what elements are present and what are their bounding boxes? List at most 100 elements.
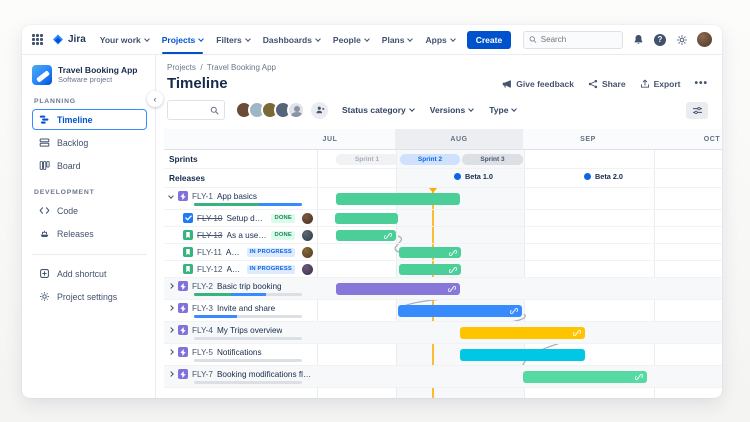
sidebar-collapse-button[interactable]: ‹ [147,91,163,107]
sliders-icon [692,106,703,115]
nav-item-filters[interactable]: Filters [216,25,250,54]
avatar [302,213,313,224]
gantt-bar[interactable] [460,327,585,339]
breadcrumb-projects[interactable]: Projects [167,63,196,72]
timeline-search-input[interactable] [167,100,225,120]
nav-item-dashboards[interactable]: Dashboards [263,25,320,54]
nav-item-apps[interactable]: Apps [425,25,454,54]
timeline-icon [38,114,50,126]
avatar [302,264,313,275]
table-row-epic[interactable]: FLY-4 My Trips overview [164,322,722,344]
sidebar-item-board[interactable]: Board [32,155,147,176]
status-badge: DONE [271,231,295,240]
jira-logo[interactable]: Jira [52,34,86,46]
chevron-right-icon[interactable] [168,349,174,355]
sidebar-item-backlog[interactable]: Backlog [32,132,147,153]
progress-bar [194,359,302,362]
epic-icon [178,191,188,201]
export-button[interactable]: Export [640,79,681,89]
chevron-down-icon [408,36,414,42]
issue-title: Booking modifications flow [217,370,313,379]
story-icon [183,247,193,257]
help-icon[interactable]: ? [654,34,666,46]
table-row-issue[interactable]: FLY-11 As a user... IN PROGRESS [164,244,722,261]
release-marker[interactable]: Beta 2.0 [584,172,623,181]
chevron-down-icon [198,36,204,42]
gantt-bar[interactable] [399,247,461,258]
release-marker[interactable]: Beta 1.0 [454,172,493,181]
sidebar-item-project-settings[interactable]: Project settings [32,286,147,307]
gantt-bar[interactable] [335,213,398,224]
breadcrumb: Projects / Travel Booking App [164,63,722,72]
table-row-issue[interactable]: FLY-10 Setup dev and ... DONE [164,210,722,227]
chevron-right-icon[interactable] [168,283,174,289]
gantt-bar[interactable] [460,349,585,361]
table-row-issue[interactable]: FLY-12 As a use... IN PROGRESS [164,261,722,278]
global-search-input[interactable] [541,35,617,44]
gantt-bar[interactable] [523,371,647,383]
project-header[interactable]: Travel Booking App Software project [32,65,147,85]
month-label: OCT [704,129,721,149]
table-row-issue[interactable]: FLY-13 As a user I can ... DONE [164,227,722,244]
table-row-epic[interactable]: FLY-1 App basics [164,188,722,210]
sidebar-item-releases[interactable]: Releases [32,223,147,244]
issue-title: App basics [217,192,257,201]
give-feedback-button[interactable]: Give feedback [502,79,574,89]
issue-key: FLY-1 [192,192,213,201]
table-row-epic[interactable]: FLY-7 Booking modifications flow [164,366,722,388]
notifications-icon[interactable] [632,33,645,46]
project-type: Software project [58,75,138,84]
chevron-down-icon[interactable] [168,193,174,199]
table-row-epic[interactable]: FLY-2 Basic trip booking [164,278,722,300]
gear-icon [38,291,50,303]
story-icon [183,264,193,274]
sprint-pill[interactable]: Sprint 1 [336,154,398,165]
type-filter[interactable]: Type [489,105,516,115]
breadcrumb-project[interactable]: Travel Booking App [207,63,276,72]
nav-item-people[interactable]: People [333,25,369,54]
user-avatar[interactable] [697,32,712,47]
table-row-epic[interactable]: FLY-5 Notifications [164,344,722,366]
status-category-filter[interactable]: Status category [342,105,414,115]
chevron-right-icon[interactable] [168,327,174,333]
assignee-avatars [235,101,305,119]
sprint-pill[interactable]: Sprint 3 [462,154,523,165]
app-switcher-icon[interactable] [32,34,43,45]
issue-key: FLY-11 [197,248,222,257]
release-dot-icon [584,173,591,180]
table-row-epic[interactable]: FLY-3 Invite and share [164,300,722,322]
nav-item-projects[interactable]: Projects [162,25,204,54]
global-search[interactable] [523,31,623,49]
issue-title: Invite and share [217,304,275,313]
gantt-bar[interactable] [336,230,396,241]
more-actions-button[interactable]: ••• [694,78,708,89]
avatar-generic[interactable] [287,101,305,119]
nav-item-plans[interactable]: Plans [382,25,413,54]
sidebar-item-add-shortcut[interactable]: Add shortcut [32,263,147,284]
gantt-bar[interactable] [336,283,460,295]
link-icon [449,266,457,274]
gantt-bar[interactable] [398,305,522,317]
gantt-bar[interactable] [336,193,460,205]
view-settings-button[interactable] [686,102,708,119]
issue-title: As a user... [226,248,243,257]
create-button[interactable]: Create [467,31,511,49]
chevron-down-icon [315,36,321,42]
epic-icon [178,369,188,379]
sidebar-item-timeline[interactable]: Timeline [32,109,147,130]
settings-gear-icon[interactable] [675,33,688,46]
share-button[interactable]: Share [588,79,626,89]
nav-menu: Your work Projects Filters Dashboards Pe… [100,25,455,54]
add-person-icon[interactable] [311,102,328,119]
gantt-bar[interactable] [399,264,461,275]
project-avatar [32,65,52,85]
sprint-pill[interactable]: Sprint 2 [400,154,460,165]
sidebar-divider [32,254,147,255]
chevron-right-icon[interactable] [168,371,174,377]
chevron-right-icon[interactable] [168,305,174,311]
nav-item-your-work[interactable]: Your work [100,25,149,54]
top-nav: Jira Your work Projects Filters Dashboar… [22,25,722,55]
timeline-toolbar: Status category Versions Type [164,99,722,121]
versions-filter[interactable]: Versions [430,105,473,115]
sidebar-item-code[interactable]: Code [32,200,147,221]
